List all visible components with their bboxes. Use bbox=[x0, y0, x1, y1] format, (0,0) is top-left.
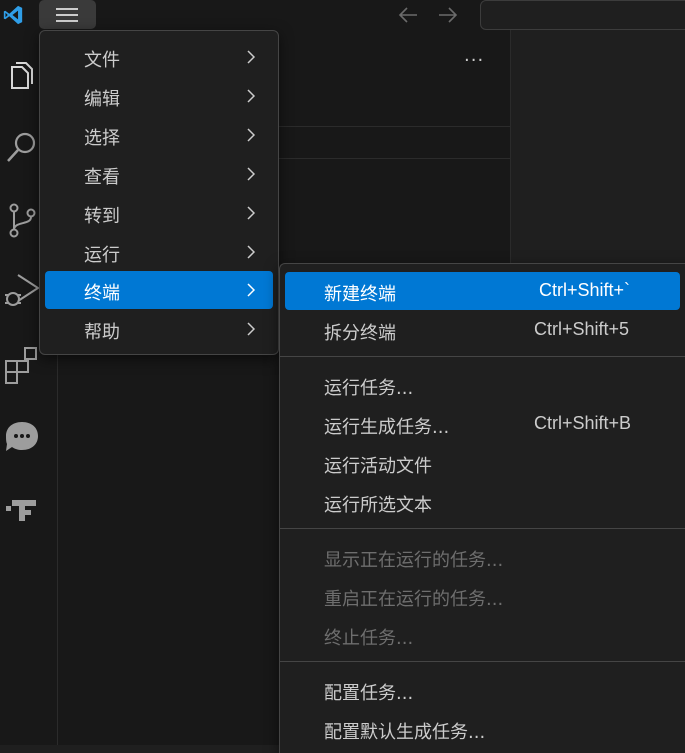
menu-item-edit[interactable]: 编辑 bbox=[45, 77, 273, 115]
chevron-right-icon bbox=[247, 128, 256, 142]
chevron-right-icon bbox=[247, 89, 256, 103]
hamburger-menu-icon bbox=[56, 8, 78, 10]
shortcut: Ctrl+Shift+` bbox=[539, 280, 631, 300]
chevron-right-icon bbox=[247, 167, 256, 181]
menu-item-view[interactable]: 查看 bbox=[45, 155, 273, 193]
configure-tasks-item[interactable]: 配置任务... bbox=[285, 671, 680, 709]
menu-item-file[interactable]: 文件 bbox=[45, 38, 273, 76]
vscode-logo-icon bbox=[3, 5, 23, 25]
run-task-item[interactable]: 运行任务... bbox=[285, 366, 680, 404]
command-center-search[interactable] bbox=[480, 0, 685, 30]
arrow-left-icon[interactable] bbox=[396, 4, 422, 26]
configure-default-build-task-item[interactable]: 配置默认生成任务... bbox=[285, 710, 680, 748]
menu-item-run[interactable]: 运行 bbox=[45, 233, 273, 271]
explorer-files-icon[interactable] bbox=[0, 55, 44, 99]
application-menu-button[interactable] bbox=[39, 0, 96, 29]
menu-separator bbox=[280, 528, 685, 529]
split-terminal-item[interactable]: 拆分终端 Ctrl+Shift+5 bbox=[285, 311, 680, 349]
search-icon[interactable] bbox=[0, 125, 44, 169]
menu-item-help[interactable]: 帮助 bbox=[45, 310, 273, 348]
terminate-task-item: 终止任务... bbox=[324, 628, 414, 649]
chevron-right-icon bbox=[247, 245, 256, 259]
menu-item-terminal[interactable]: 终端 bbox=[45, 271, 273, 309]
show-running-tasks-item: 显示正在运行的任务... bbox=[324, 550, 504, 571]
chevron-right-icon bbox=[247, 322, 256, 336]
application-menu: 文件 编辑 选择 查看 转到 运行 终端 帮助 bbox=[39, 30, 279, 355]
extensions-icon[interactable] bbox=[0, 342, 44, 386]
chevron-right-icon bbox=[247, 283, 256, 297]
shortcut: Ctrl+Shift+B bbox=[534, 413, 632, 433]
menu-item-selection[interactable]: 选择 bbox=[45, 116, 273, 154]
run-build-task-item[interactable]: 运行生成任务... Ctrl+Shift+B bbox=[285, 405, 680, 443]
restart-running-task-item: 重启正在运行的任务... bbox=[324, 589, 504, 610]
new-terminal-item[interactable]: 新建终端 Ctrl+Shift+` bbox=[285, 272, 680, 310]
chevron-right-icon bbox=[247, 206, 256, 220]
run-selected-text-item[interactable]: 运行所选文本 bbox=[285, 483, 680, 521]
menu-separator bbox=[280, 356, 685, 357]
run-and-debug-icon[interactable] bbox=[0, 268, 44, 312]
chevron-right-icon bbox=[247, 50, 256, 64]
menu-separator bbox=[280, 661, 685, 662]
chat-icon[interactable] bbox=[0, 415, 44, 459]
arrow-right-icon[interactable] bbox=[434, 4, 460, 26]
shortcut: Ctrl+Shift+5 bbox=[534, 319, 630, 339]
title-bar bbox=[0, 0, 685, 30]
source-control-icon[interactable] bbox=[0, 197, 44, 241]
run-active-file-item[interactable]: 运行活动文件 bbox=[285, 444, 680, 482]
terminal-submenu: 新建终端 Ctrl+Shift+` 拆分终端 Ctrl+Shift+5 运行任务… bbox=[279, 263, 685, 753]
more-actions-icon[interactable]: ··· bbox=[464, 50, 484, 71]
menu-item-go[interactable]: 转到 bbox=[45, 194, 273, 232]
remote-icon[interactable] bbox=[0, 486, 44, 530]
